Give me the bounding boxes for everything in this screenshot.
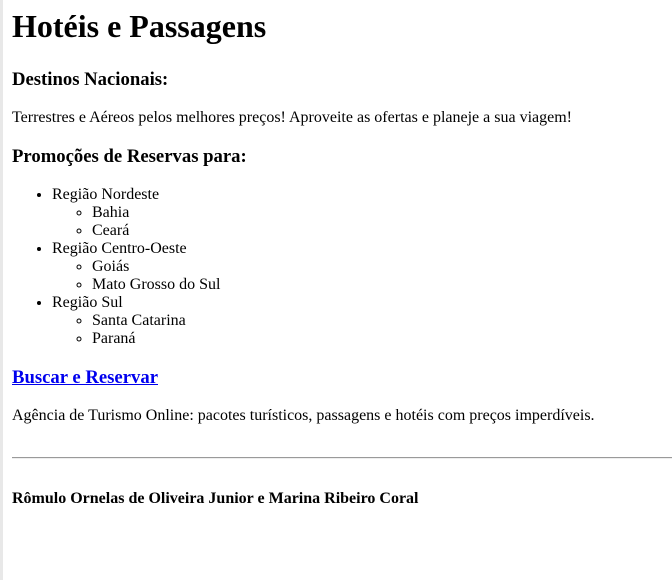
promotions-heading: Promoções de Reservas para: bbox=[12, 146, 247, 167]
region-item-nordeste: Região Nordeste Bahia Ceará bbox=[52, 186, 220, 240]
national-destinations-heading: Destinos Nacionais: bbox=[12, 69, 169, 90]
state-item: Santa Catarina bbox=[92, 312, 220, 330]
states-list: Goiás Mato Grosso do Sul bbox=[52, 258, 220, 294]
region-item-centro-oeste: Região Centro-Oeste Goiás Mato Grosso do… bbox=[52, 240, 220, 294]
regions-list: Região Nordeste Bahia Ceará Região Centr… bbox=[12, 186, 220, 348]
states-list: Santa Catarina Paraná bbox=[52, 312, 220, 348]
state-item: Ceará bbox=[92, 222, 220, 240]
state-item: Bahia bbox=[92, 204, 220, 222]
footer-divider bbox=[12, 457, 672, 459]
state-item: Mato Grosso do Sul bbox=[92, 276, 220, 294]
region-name: Região Sul bbox=[52, 294, 123, 311]
page-title: Hotéis e Passagens bbox=[12, 8, 267, 44]
region-item-sul: Região Sul Santa Catarina Paraná bbox=[52, 294, 220, 348]
states-list: Bahia Ceará bbox=[52, 204, 220, 240]
national-destinations-description: Terrestres e Aéreos pelos melhores preço… bbox=[12, 109, 572, 126]
agency-description: Agência de Turismo Online: pacotes turís… bbox=[12, 407, 595, 424]
footer-authors: Rômulo Ornelas de Oliveira Junior e Mari… bbox=[12, 490, 419, 507]
search-and-book-link[interactable]: Buscar e Reservar bbox=[12, 367, 158, 389]
region-name: Região Nordeste bbox=[52, 186, 160, 203]
state-item: Paraná bbox=[92, 330, 220, 348]
state-item: Goiás bbox=[92, 258, 220, 276]
page-left-edge bbox=[0, 0, 3, 580]
region-name: Região Centro-Oeste bbox=[52, 240, 187, 257]
